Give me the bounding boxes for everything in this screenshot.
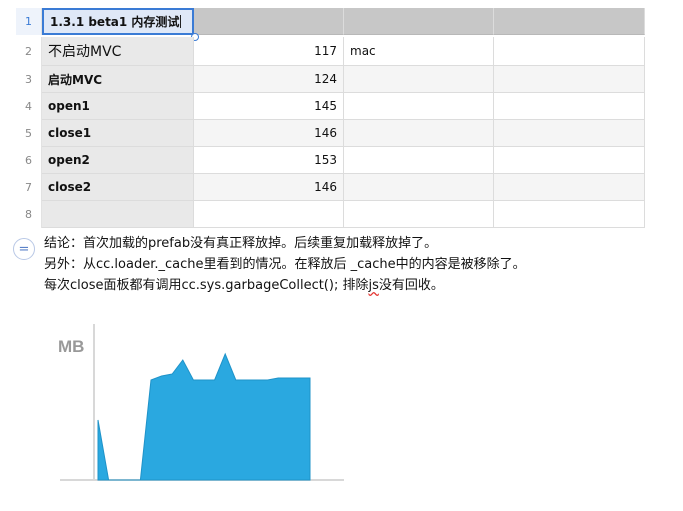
table-cell[interactable]: 153 <box>194 147 344 174</box>
notes-text: 结论：首次加载的prefab没有真正释放掉。后续重复加载释放掉了。 另外：从cc… <box>44 233 664 296</box>
table-row[interactable]: 8 <box>16 201 645 228</box>
memory-chart: MB <box>58 324 344 481</box>
equals-icon[interactable]: = <box>13 238 35 260</box>
table-cell[interactable] <box>42 201 194 228</box>
table-cell[interactable] <box>344 66 494 93</box>
table-cell[interactable]: 145 <box>194 93 344 120</box>
table-row[interactable]: 7 close2 146 <box>16 174 645 201</box>
table-cell[interactable] <box>494 147 645 174</box>
table-cell[interactable] <box>344 8 494 35</box>
table-row[interactable]: 6 open2 153 <box>16 147 645 174</box>
table-cell[interactable] <box>494 37 645 66</box>
table-cell[interactable] <box>194 8 344 35</box>
row-number[interactable]: 3 <box>16 66 42 93</box>
note-line: 结论：首次加载的prefab没有真正释放掉。后续重复加载释放掉了。 <box>44 236 438 251</box>
note-line: 另外：从cc.loader._cache里看到的情况。在释放后 _cache中的… <box>44 257 526 272</box>
table-row[interactable]: 3 启动MVC 124 <box>16 66 645 93</box>
row-number[interactable]: 8 <box>16 201 42 228</box>
table-cell[interactable]: close2 <box>42 174 194 201</box>
table-cell[interactable] <box>344 201 494 228</box>
table-cell[interactable]: close1 <box>42 120 194 147</box>
row-number[interactable]: 4 <box>16 93 42 120</box>
table-cell[interactable] <box>344 147 494 174</box>
table-cell[interactable]: open1 <box>42 93 194 120</box>
table-cell[interactable]: 117 <box>194 37 344 66</box>
table-cell-title[interactable]: 1.3.1 beta1 内存测试 <box>42 8 194 35</box>
table-cell[interactable]: 146 <box>194 174 344 201</box>
table-cell[interactable] <box>194 201 344 228</box>
text-cursor <box>180 15 182 28</box>
table-cell[interactable] <box>494 93 645 120</box>
row-number[interactable]: 1 <box>16 8 42 35</box>
table-row[interactable]: 5 close1 146 <box>16 120 645 147</box>
table-cell[interactable]: 不启动MVC <box>42 37 194 66</box>
row-number[interactable]: 6 <box>16 147 42 174</box>
table-cell[interactable] <box>494 8 645 35</box>
table-cell[interactable]: 启动MVC <box>42 66 194 93</box>
table-cell[interactable] <box>344 174 494 201</box>
table-cell[interactable] <box>494 174 645 201</box>
row-number[interactable]: 5 <box>16 120 42 147</box>
table-cell[interactable] <box>494 201 645 228</box>
table-row[interactable]: 1 1.3.1 beta1 内存测试 <box>16 8 645 35</box>
spellcheck-word[interactable]: js <box>368 278 378 293</box>
table-cell[interactable] <box>344 120 494 147</box>
y-axis-label: MB <box>58 337 84 356</box>
table-cell[interactable]: 124 <box>194 66 344 93</box>
note-line: 每次close面板都有调用cc.sys.garbageCollect(); 排除… <box>44 278 444 293</box>
table-cell[interactable]: open2 <box>42 147 194 174</box>
table-cell[interactable] <box>494 120 645 147</box>
row-number[interactable]: 7 <box>16 174 42 201</box>
table-cell[interactable]: 146 <box>194 120 344 147</box>
row-number[interactable]: 2 <box>16 37 42 66</box>
area-series <box>97 352 311 481</box>
table-cell[interactable] <box>344 93 494 120</box>
table-cell[interactable] <box>494 66 645 93</box>
table-row[interactable]: 4 open1 145 <box>16 93 645 120</box>
table-row[interactable]: 2 不启动MVC 117 mac <box>16 37 645 66</box>
table-cell[interactable]: mac <box>344 37 494 66</box>
